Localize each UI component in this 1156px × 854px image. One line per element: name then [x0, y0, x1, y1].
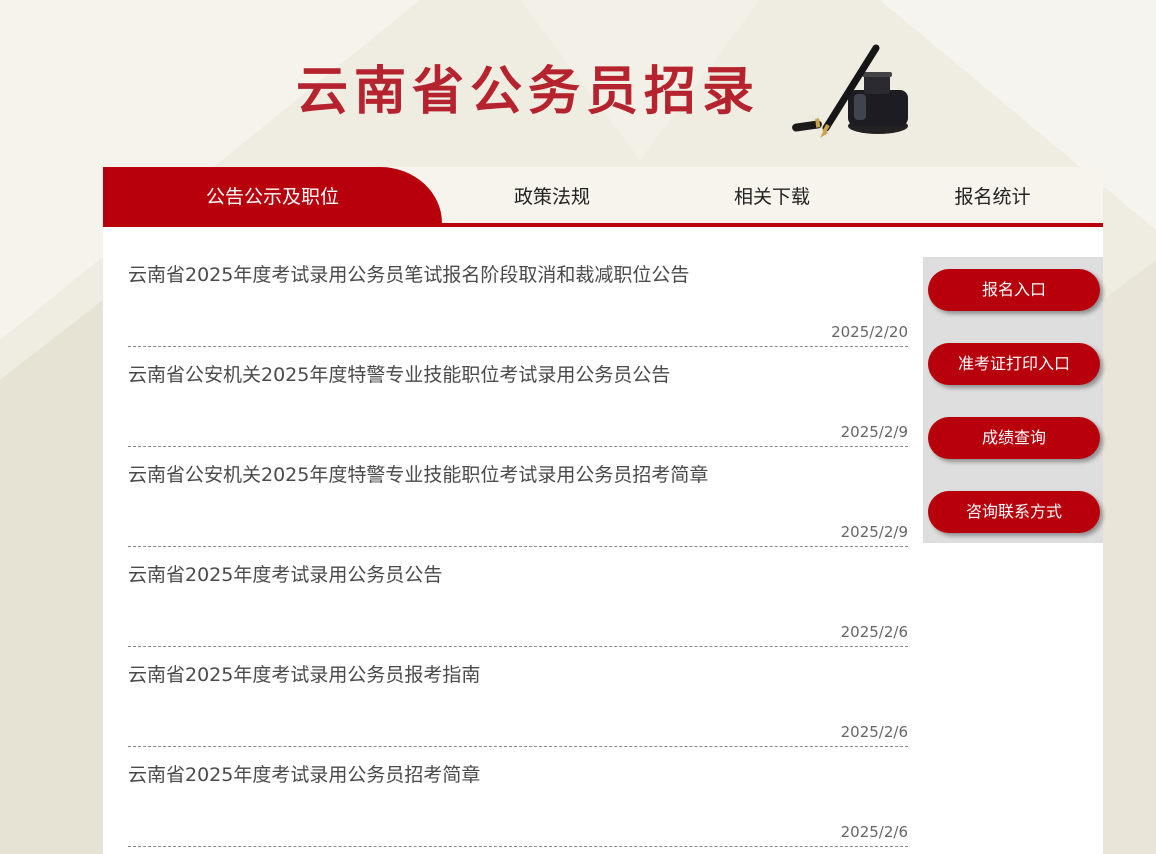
news-item: 云南省2025年度考试录用公务员招考简章 2025/2/6	[128, 747, 908, 847]
contact-info-button[interactable]: 咨询联系方式	[928, 491, 1100, 533]
news-title-link[interactable]: 云南省2025年度考试录用公务员公告	[128, 560, 442, 587]
news-date: 2025/2/6	[840, 823, 908, 841]
news-date: 2025/2/9	[840, 423, 908, 441]
admission-ticket-print-button[interactable]: 准考证打印入口	[928, 343, 1100, 385]
news-item: 云南省公安机关2025年度特警专业技能职位考试录用公务员招考简章 2025/2/…	[128, 447, 908, 547]
tab-policies[interactable]: 政策法规	[442, 167, 662, 223]
news-title-link[interactable]: 云南省公安机关2025年度特警专业技能职位考试录用公务员公告	[128, 360, 670, 387]
news-date: 2025/2/20	[831, 323, 908, 341]
main-panel: 公告公示及职位 政策法规 相关下载 报名统计 云南省2025年度考试录用公务员笔…	[103, 167, 1103, 854]
news-date: 2025/2/6	[840, 723, 908, 741]
quick-links-sidebar: 报名入口 准考证打印入口 成绩查询 咨询联系方式	[923, 257, 1103, 543]
registration-entry-button[interactable]: 报名入口	[928, 269, 1100, 311]
news-item: 云南省公安机关2025年度特警专业技能职位考试录用公务员公告 2025/2/9	[128, 347, 908, 447]
news-item: 云南省2025年度考试录用公务员公告 2025/2/6	[128, 547, 908, 647]
score-query-button[interactable]: 成绩查询	[928, 417, 1100, 459]
news-title-link[interactable]: 云南省2025年度考试录用公务员笔试报名阶段取消和裁减职位公告	[128, 260, 689, 287]
news-list: 云南省2025年度考试录用公务员笔试报名阶段取消和裁减职位公告 2025/2/2…	[128, 247, 908, 847]
news-date: 2025/2/6	[840, 623, 908, 641]
site-title: 云南省公务员招录	[296, 62, 761, 122]
news-title-link[interactable]: 云南省2025年度考试录用公务员报考指南	[128, 660, 480, 687]
news-date: 2025/2/9	[840, 523, 908, 541]
news-title-link[interactable]: 云南省2025年度考试录用公务员招考简章	[128, 760, 480, 787]
news-item: 云南省2025年度考试录用公务员报考指南 2025/2/6	[128, 647, 908, 747]
news-title-link[interactable]: 云南省公安机关2025年度特警专业技能职位考试录用公务员招考简章	[128, 460, 708, 487]
news-item: 云南省2025年度考试录用公务员笔试报名阶段取消和裁减职位公告 2025/2/2…	[128, 247, 908, 347]
tab-downloads[interactable]: 相关下载	[662, 167, 882, 223]
main-nav: 公告公示及职位 政策法规 相关下载 报名统计	[103, 167, 1103, 227]
pen-and-ink-icon	[792, 44, 908, 138]
site-header: 云南省公务员招录	[0, 0, 1156, 167]
tab-registration-stats[interactable]: 报名统计	[882, 167, 1103, 223]
tab-announcements[interactable]: 公告公示及职位	[103, 167, 442, 223]
